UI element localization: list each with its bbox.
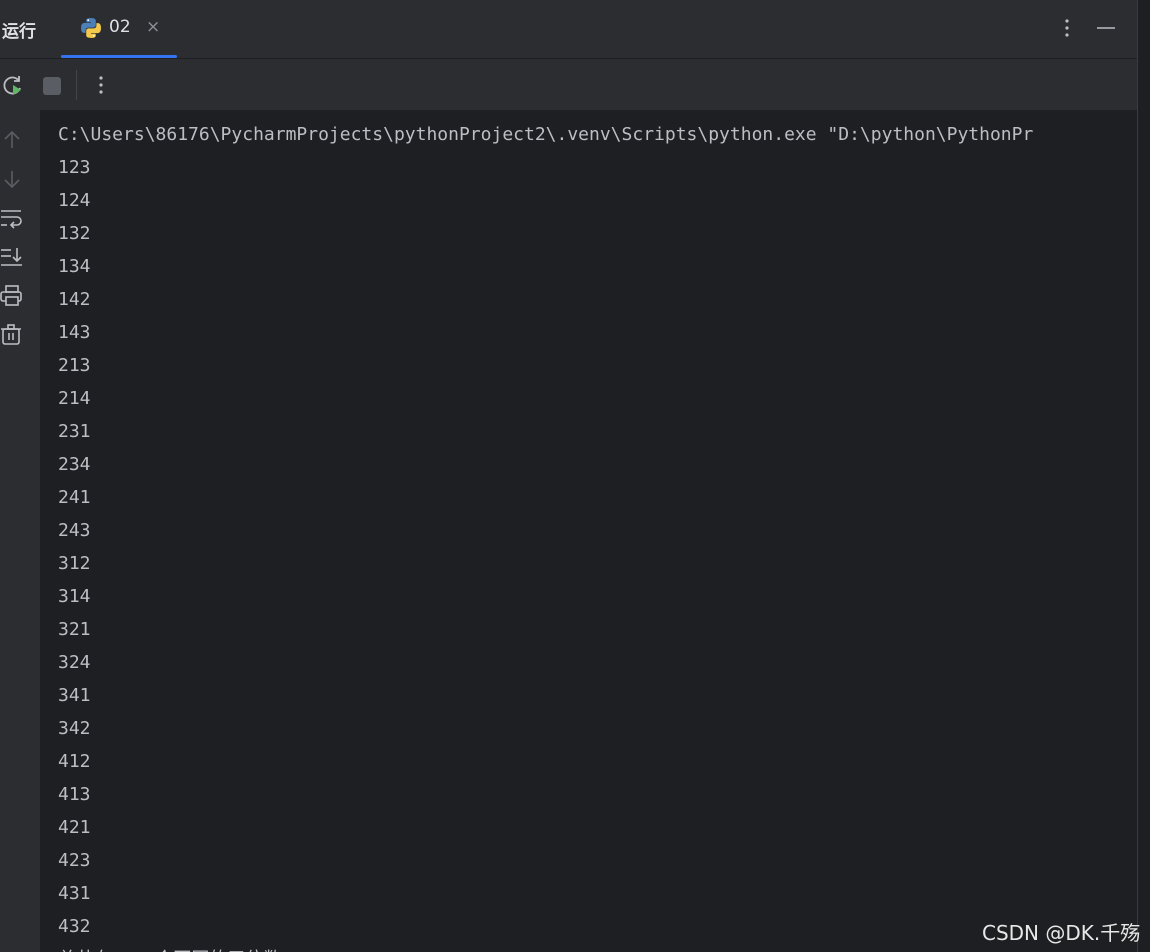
console-line: 231: [58, 421, 91, 442]
console-line: 342: [58, 718, 91, 739]
console-line: 132: [58, 223, 91, 244]
console-line: 143: [58, 322, 91, 343]
minimize-icon[interactable]: [1095, 16, 1117, 40]
console-line: 431: [58, 883, 91, 904]
console-line: 321: [58, 619, 91, 640]
console-line: 134: [58, 256, 91, 277]
console-line: 421: [58, 817, 91, 838]
scroll-to-end-icon[interactable]: [0, 245, 24, 269]
close-icon[interactable]: ×: [146, 17, 160, 37]
console-line: 324: [58, 652, 91, 673]
console-line: 243: [58, 520, 91, 541]
console-line: 234: [58, 454, 91, 475]
tool-window-header: 运行 02 ×: [0, 0, 1137, 59]
console-gutter: [0, 110, 40, 952]
console-line: 总共有 24 个不同的三位数: [58, 943, 1033, 952]
toolbar-separator: [76, 70, 77, 100]
console-line: 214: [58, 388, 91, 409]
trash-icon[interactable]: [0, 323, 24, 347]
panel-title: 运行: [2, 22, 36, 42]
console-line: 423: [58, 850, 91, 871]
console-line: 213: [58, 355, 91, 376]
run-toolbar: [0, 59, 1137, 110]
more-vertical-icon[interactable]: [92, 73, 110, 97]
active-tab-indicator: [61, 55, 177, 58]
console-line: 412: [58, 751, 91, 772]
watermark: CSDN @DK.千殇: [982, 921, 1141, 945]
tab-label: 02: [109, 17, 131, 37]
rerun-icon[interactable]: [0, 73, 26, 99]
console-line: 341: [58, 685, 91, 706]
arrow-up-icon[interactable]: [0, 128, 24, 152]
tab-run-02[interactable]: 02 ×: [61, 0, 177, 58]
stop-icon[interactable]: [42, 76, 62, 96]
console-lines: C:\Users\86176\PycharmProjects\pythonPro…: [58, 118, 1033, 952]
console-line: C:\Users\86176\PycharmProjects\pythonPro…: [58, 124, 1034, 145]
console-line: 124: [58, 190, 91, 211]
console-line: 241: [58, 487, 91, 508]
console-line: 312: [58, 553, 91, 574]
vertical-scrollbar[interactable]: [1137, 0, 1150, 952]
more-vertical-icon[interactable]: [1058, 16, 1076, 40]
console-output[interactable]: C:\Users\86176\PycharmProjects\pythonPro…: [40, 110, 1137, 952]
console-line: 413: [58, 784, 91, 805]
arrow-down-icon[interactable]: [0, 167, 24, 191]
print-icon[interactable]: [0, 284, 24, 308]
console-line: 123: [58, 157, 91, 178]
console-line: 314: [58, 586, 91, 607]
console-line: 432: [58, 916, 91, 937]
soft-wrap-icon[interactable]: [0, 206, 24, 230]
console-line: 142: [58, 289, 91, 310]
python-icon: [81, 18, 101, 38]
